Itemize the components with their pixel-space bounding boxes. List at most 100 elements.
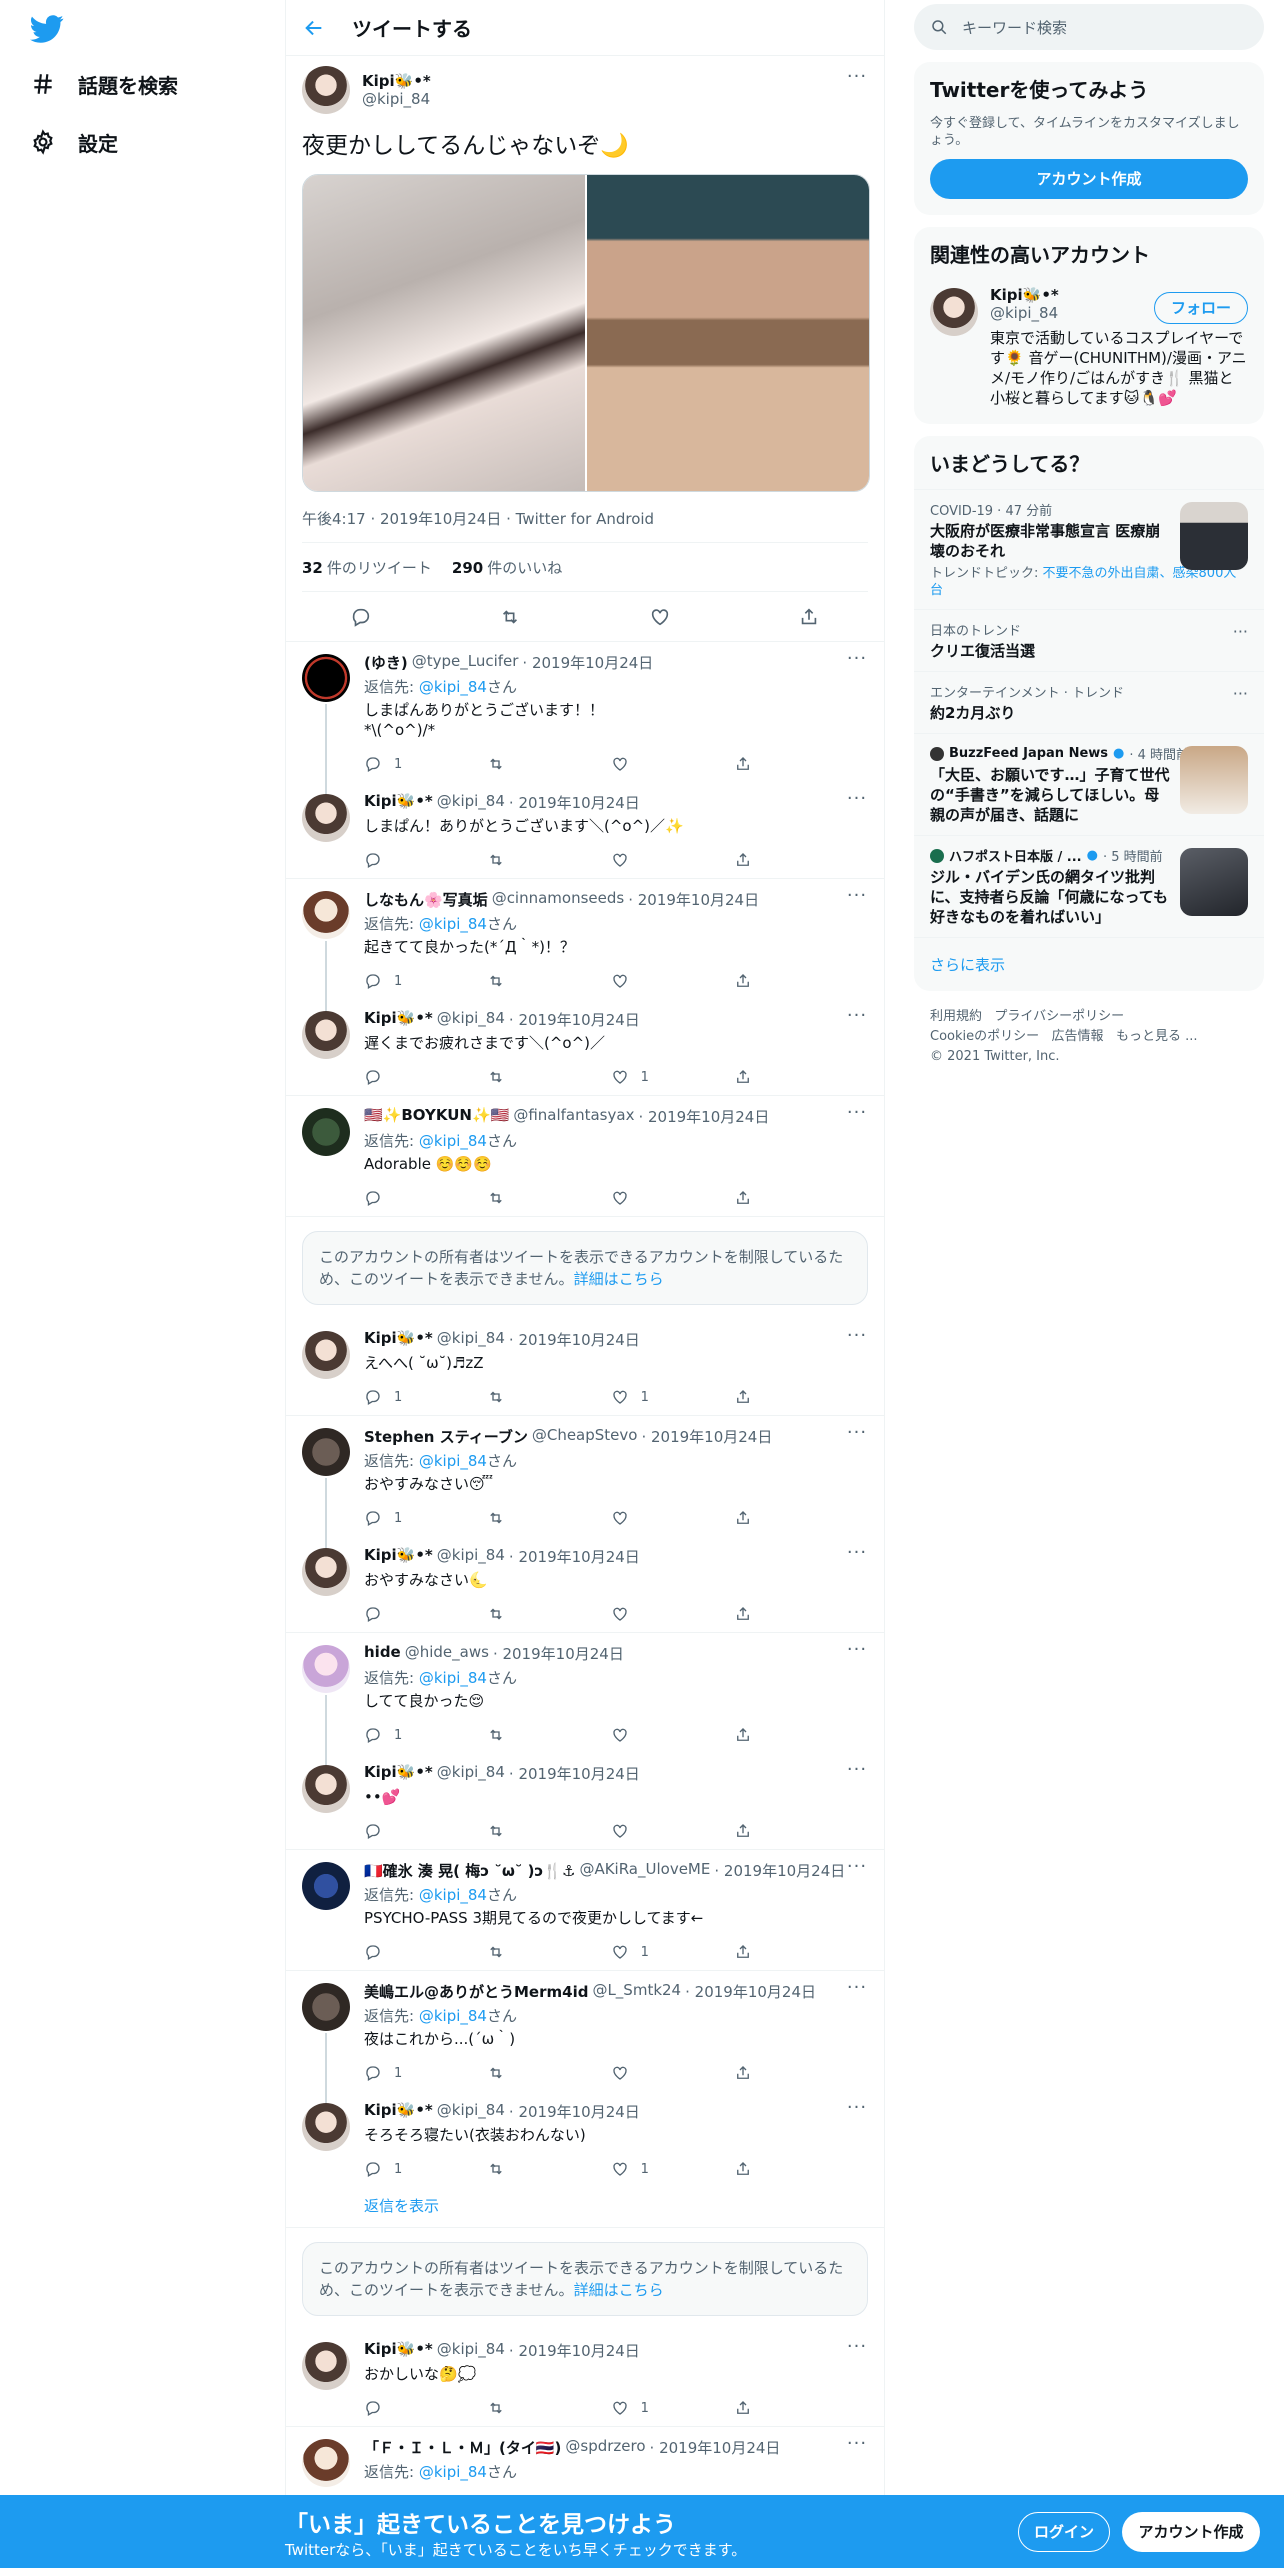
- show-replies-link[interactable]: 返信を表示: [286, 2187, 884, 2227]
- more-icon[interactable]: ···: [846, 1761, 868, 1785]
- footer-link-more[interactable]: もっと見る ...: [1116, 1029, 1198, 1044]
- reply-date[interactable]: · 2019年10月24日: [509, 2101, 640, 2121]
- share-action[interactable]: [734, 1509, 784, 1527]
- more-icon[interactable]: ···: [846, 1979, 868, 2003]
- reply-user-handle[interactable]: @kipi_84: [437, 1546, 505, 1566]
- retweet-action[interactable]: [487, 1943, 537, 1961]
- more-icon[interactable]: ···: [846, 1641, 868, 1665]
- replying-to-handle[interactable]: @kipi_84: [419, 1452, 487, 1470]
- reply-date[interactable]: · 2019年10月24日: [638, 1106, 769, 1126]
- reply-user-name[interactable]: Kipi🐝•*: [364, 2340, 433, 2360]
- reply-user-name[interactable]: Kipi🐝•*: [364, 1546, 433, 1566]
- avatar[interactable]: [930, 288, 978, 336]
- reply-action[interactable]: [364, 1943, 414, 1961]
- show-more-link[interactable]: さらに表示: [914, 937, 1264, 991]
- footer-link-ads[interactable]: 広告情報: [1052, 1029, 1104, 1044]
- news-item[interactable]: BuzzFeed Japan News ● · 4 時間前 「大臣、お願いです…」子…: [914, 733, 1264, 835]
- avatar[interactable]: [302, 1108, 350, 1156]
- reply-user-name[interactable]: 美嶋エル@ありがとうMerm4id: [364, 1981, 588, 2001]
- reply-user-handle[interactable]: @cinnamonseeds: [492, 889, 625, 909]
- reply-user-handle[interactable]: @kipi_84: [437, 1763, 505, 1783]
- reply-user-handle[interactable]: @kipi_84: [437, 1329, 505, 1349]
- reply-tweet[interactable]: Kipi🐝•* @kipi_84 · 2019年10月24日 ··· ••💕: [286, 1753, 884, 1849]
- replying-to-handle[interactable]: @kipi_84: [419, 2463, 487, 2481]
- reply-tweet[interactable]: hide @hide_aws · 2019年10月24日 ··· 返信先: @kipi_…: [286, 1633, 884, 1753]
- more-icon[interactable]: ···: [846, 1007, 868, 1031]
- create-account-button[interactable]: アカウント作成: [930, 159, 1248, 199]
- search-box[interactable]: キーワード検索: [914, 4, 1264, 50]
- like-action[interactable]: 1: [611, 1943, 661, 1961]
- like-action[interactable]: 1: [611, 2160, 661, 2178]
- avatar[interactable]: [302, 1428, 350, 1476]
- user-handle[interactable]: @kipi_84: [362, 90, 431, 108]
- reply-user-name[interactable]: 🇺🇸✨BOYKUN✨🇺🇸: [364, 1106, 509, 1126]
- reply-tweet[interactable]: Stephen スティーブン @CheapStevo · 2019年10月24日 ··…: [286, 1416, 884, 1536]
- share-action[interactable]: [734, 1726, 784, 1744]
- footer-link-cookies[interactable]: Cookieのポリシー: [930, 1029, 1039, 1044]
- share-action[interactable]: [734, 851, 784, 869]
- avatar[interactable]: [302, 654, 350, 702]
- retweet-stat[interactable]: 32 件のリツイート: [302, 557, 432, 578]
- reply-user-name[interactable]: Kipi🐝•*: [364, 1009, 433, 1029]
- reply-date[interactable]: · 2019年10月24日: [522, 652, 653, 672]
- reply-tweet[interactable]: 🇺🇸✨BOYKUN✨🇺🇸 @finalfantasyax · 2019年10月24日…: [286, 1096, 884, 1216]
- avatar[interactable]: [302, 1983, 350, 2031]
- reply-action[interactable]: [364, 1605, 414, 1623]
- retweet-action[interactable]: [487, 755, 537, 773]
- share-action[interactable]: [734, 755, 784, 773]
- retweet-icon[interactable]: [499, 606, 521, 628]
- more-icon[interactable]: ···: [846, 650, 868, 674]
- avatar[interactable]: [302, 1548, 350, 1596]
- reply-action[interactable]: 1: [364, 1726, 414, 1744]
- like-action[interactable]: 1: [611, 1388, 661, 1406]
- more-icon[interactable]: ···: [846, 2099, 868, 2123]
- reply-tweet[interactable]: Kipi🐝•* @kipi_84 · 2019年10月24日 ··· 遅くまでお疲れさま…: [286, 999, 884, 1095]
- reply-tweet[interactable]: Kipi🐝•* @kipi_84 · 2019年10月24日 ··· おやすみなさい🌜: [286, 1536, 884, 1632]
- reply-user-handle[interactable]: @hide_aws: [405, 1643, 489, 1663]
- reply-icon[interactable]: [350, 606, 372, 628]
- reply-action[interactable]: 1: [364, 1388, 414, 1406]
- retweet-action[interactable]: [487, 2160, 537, 2178]
- follow-button[interactable]: フォロー: [1153, 292, 1248, 324]
- share-action[interactable]: [734, 1822, 784, 1840]
- reply-tweet[interactable]: 🇫🇷確氷 湊 晃( 梅ɔ ˘ω˘ )ɔ🍴⚓ @AKiRa_UloveME · 201…: [286, 1850, 884, 1970]
- trend-item[interactable]: COVID-19 · 47 分前 大阪府が医療非常事態宣言 医療崩壊のおそれ ト…: [914, 489, 1264, 609]
- nav-settings[interactable]: 設定: [30, 122, 118, 162]
- share-action[interactable]: [734, 1605, 784, 1623]
- retweet-action[interactable]: [487, 1605, 537, 1623]
- reply-action[interactable]: 1: [364, 2064, 414, 2082]
- more-icon[interactable]: ···: [846, 1544, 868, 1568]
- reply-user-name[interactable]: しなもん🌸写真垢: [364, 889, 488, 909]
- retweet-action[interactable]: [487, 851, 537, 869]
- like-action[interactable]: [611, 1605, 661, 1623]
- reply-user-handle[interactable]: @kipi_84: [437, 1009, 505, 1029]
- retweet-action[interactable]: [487, 2399, 537, 2417]
- replying-to-handle[interactable]: @kipi_84: [419, 2007, 487, 2025]
- reply-user-handle[interactable]: @L_Smtk24: [592, 1981, 681, 2001]
- learn-more-link[interactable]: 詳細はこちら: [574, 1270, 664, 1288]
- replying-to-handle[interactable]: @kipi_84: [419, 1886, 487, 1904]
- more-icon[interactable]: ···: [846, 68, 868, 92]
- like-action[interactable]: [611, 1509, 661, 1527]
- like-action[interactable]: [611, 755, 661, 773]
- twitter-logo-icon[interactable]: [30, 12, 64, 46]
- avatar[interactable]: [302, 2103, 350, 2151]
- reply-user-name[interactable]: Stephen スティーブン: [364, 1426, 528, 1446]
- more-icon[interactable]: ···: [1233, 622, 1248, 641]
- trend-item[interactable]: 日本のトレンド クリエ復活当選 ···: [914, 609, 1264, 671]
- avatar[interactable]: [302, 1645, 350, 1693]
- signup-button[interactable]: アカウント作成: [1122, 2512, 1260, 2552]
- like-stat[interactable]: 290 件のいいね: [452, 557, 562, 578]
- reply-tweet[interactable]: Kipi🐝•* @kipi_84 · 2019年10月24日 ··· しまぱん！ありがと…: [286, 782, 884, 878]
- avatar[interactable]: [302, 1862, 350, 1910]
- retweet-action[interactable]: [487, 972, 537, 990]
- like-action[interactable]: [611, 972, 661, 990]
- share-action[interactable]: [734, 1068, 784, 1086]
- share-action[interactable]: [734, 1943, 784, 1961]
- like-action[interactable]: 1: [611, 1068, 661, 1086]
- replying-to-handle[interactable]: @kipi_84: [419, 915, 487, 933]
- avatar[interactable]: [302, 1011, 350, 1059]
- reply-user-name[interactable]: hide: [364, 1643, 401, 1663]
- reply-tweet[interactable]: (ゆき) @type_Lucifer · 2019年10月24日 ··· 返信先: @k…: [286, 642, 884, 782]
- login-button[interactable]: ログイン: [1018, 2512, 1110, 2552]
